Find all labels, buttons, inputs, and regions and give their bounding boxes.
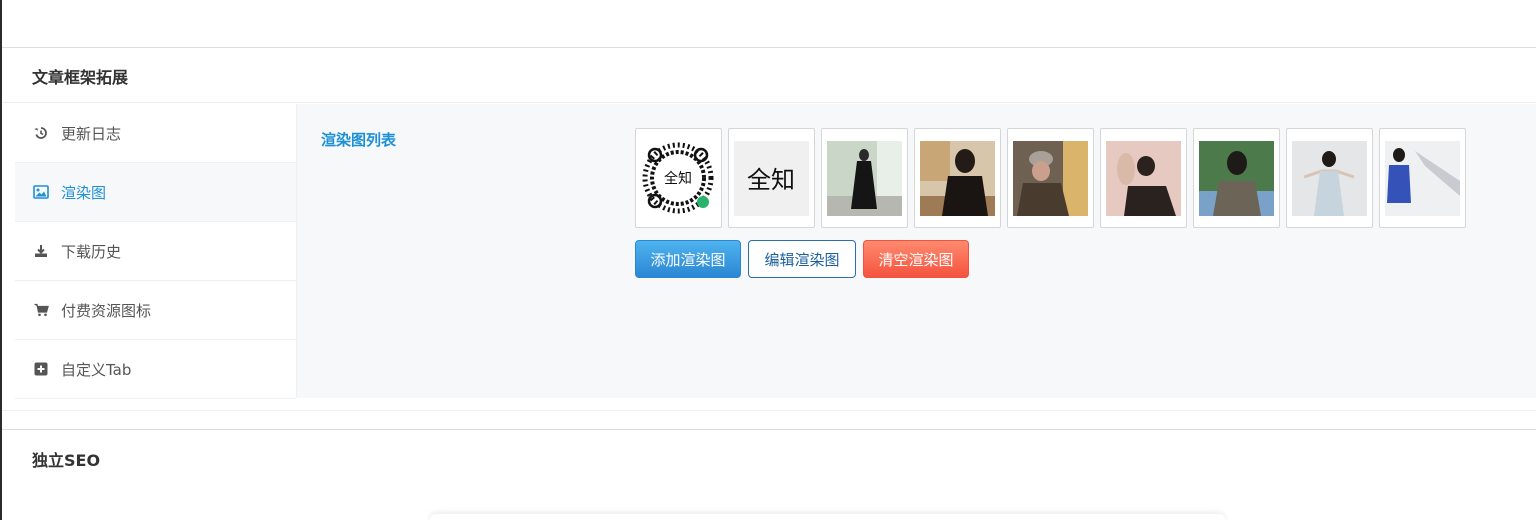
sidebar-item-label: 付费资源图标 <box>61 301 152 320</box>
render-image-actions: 添加渲染图 编辑渲染图 清空渲染图 <box>635 240 969 278</box>
divider <box>2 410 1536 411</box>
thumbnail-photo-6[interactable] <box>1286 128 1373 228</box>
thumbnail-logo[interactable]: 全知 <box>728 128 815 228</box>
panel-title: 文章框架拓展 <box>32 68 129 87</box>
sidebar-item-paid-resource-icon[interactable]: 付费资源图标 <box>15 281 296 340</box>
clear-render-image-button[interactable]: 清空渲染图 <box>863 240 969 278</box>
image-icon <box>33 184 49 200</box>
svg-text:全知: 全知 <box>664 170 692 187</box>
thumbnail-photo-5[interactable] <box>1193 128 1280 228</box>
section-title: 独立SEO <box>32 451 101 470</box>
thumbnail-photo-2[interactable] <box>914 128 1001 228</box>
add-render-image-button[interactable]: 添加渲染图 <box>635 240 741 278</box>
field-label: 渲染图列表 <box>321 131 397 149</box>
panel-header: 文章框架拓展 <box>2 48 1536 103</box>
download-icon <box>33 243 49 259</box>
sidebar-item-label: 自定义Tab <box>61 360 132 379</box>
qr-code-image: 全知 <box>641 140 716 216</box>
thumbnail-qr-code[interactable]: 全知 <box>635 128 722 228</box>
photo-4 <box>1106 140 1181 216</box>
sidebar-item-changelog[interactable]: 更新日志 <box>15 104 296 163</box>
svg-text:全知: 全知 <box>747 166 795 194</box>
sidebar: 更新日志 渲染图 下载历史 付费资源图标 自定义Tab <box>15 104 297 399</box>
thumbnail-photo-1[interactable] <box>821 128 908 228</box>
sidebar-item-label: 下载历史 <box>61 242 122 261</box>
sidebar-item-label: 渲染图 <box>61 183 107 202</box>
top-bar <box>2 0 1536 48</box>
logo-image: 全知 <box>734 140 809 216</box>
thumbnail-photo-3[interactable] <box>1007 128 1094 228</box>
thumbnail-photo-7[interactable] <box>1379 128 1466 228</box>
photo-6 <box>1292 140 1367 216</box>
cart-icon <box>33 302 49 318</box>
sidebar-item-render-images[interactable]: 渲染图 <box>15 163 296 222</box>
thumbnail-photo-4[interactable] <box>1100 128 1187 228</box>
photo-3 <box>1013 140 1088 216</box>
edit-render-image-button[interactable]: 编辑渲染图 <box>748 240 856 278</box>
seo-section-header: 独立SEO <box>2 429 1536 520</box>
photo-5 <box>1199 140 1274 216</box>
tab-content-render-images: 渲染图列表 全知 全知 添加渲染图 编辑渲染图 清空渲染图 <box>297 104 1536 398</box>
photo-1 <box>827 140 902 216</box>
sidebar-item-download-history[interactable]: 下载历史 <box>15 222 296 281</box>
sidebar-item-custom-tab[interactable]: 自定义Tab <box>15 340 296 399</box>
photo-7 <box>1385 140 1460 216</box>
sidebar-item-label: 更新日志 <box>61 124 122 143</box>
plus-square-icon <box>33 361 49 377</box>
bottom-card-edge <box>430 514 1225 520</box>
photo-2 <box>920 140 995 216</box>
thumbnail-list: 全知 全知 <box>635 128 1466 228</box>
history-icon <box>33 125 49 141</box>
